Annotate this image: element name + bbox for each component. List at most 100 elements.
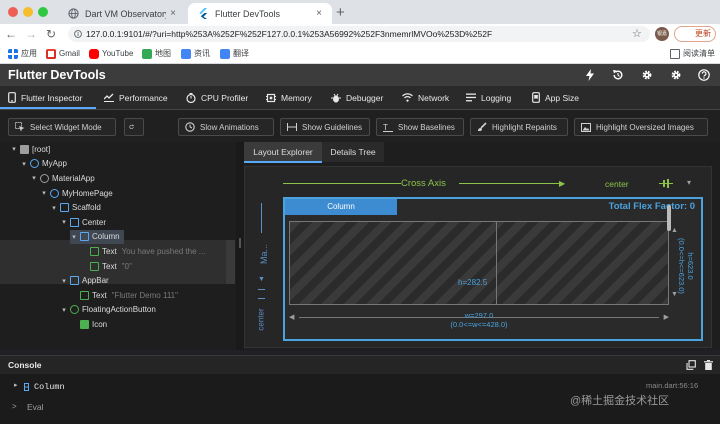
browser-tab-strip: Dart VM Observatory × Flutter DevTools ×…: [0, 0, 720, 24]
appbar-icon: [70, 276, 79, 286]
avatar[interactable]: 银嘉: [655, 27, 669, 41]
bookmark-label: 地图: [155, 49, 171, 58]
tree-node[interactable]: ▾ Scaffold: [50, 200, 101, 215]
tree-node[interactable]: Text "Flutter Demo 111": [70, 288, 178, 303]
tree-node[interactable]: ▾ Column: [70, 229, 124, 245]
expand-caret-icon[interactable]: ▾: [40, 189, 48, 197]
column-widget-label: Column: [285, 199, 397, 215]
text-icon: [80, 290, 89, 300]
tree-node[interactable]: Icon: [70, 317, 107, 332]
network-icon: [402, 93, 413, 102]
tree-node[interactable]: ▾ FloatingActionButton: [60, 303, 156, 318]
expand-caret-icon[interactable]: ▾: [50, 204, 58, 212]
tab-flutter-inspector[interactable]: Flutter Inspector: [8, 86, 82, 109]
tab-network[interactable]: Network: [402, 86, 449, 109]
expand-caret-icon[interactable]: ▾: [60, 277, 68, 285]
eval-input[interactable]: Eval: [27, 402, 44, 412]
back-button[interactable]: ←: [4, 27, 18, 41]
close-tab-icon[interactable]: ×: [166, 8, 180, 19]
cross-axis-arrow-icon: ▶: [559, 179, 566, 188]
show-guidelines-button[interactable]: Show Guidelines: [280, 118, 370, 136]
tree-node[interactable]: ▾ MyApp: [20, 157, 67, 172]
bookmark-star-icon[interactable]: ☆: [632, 27, 642, 40]
bookmark-maps[interactable]: 地图: [142, 44, 171, 63]
tree-node[interactable]: ▾ MyHomePage: [40, 186, 113, 201]
tree-node[interactable]: ▾ [root]: [10, 142, 50, 157]
trash-icon[interactable]: [704, 360, 713, 370]
devtools-nav-tabs: Flutter Inspector Performance CPU Profil…: [0, 86, 720, 110]
bookmark-gmail[interactable]: Gmail: [46, 44, 80, 63]
child-widget-box[interactable]: h=282.5: [289, 221, 669, 305]
tab-performance[interactable]: Performance: [104, 86, 168, 109]
update-button[interactable]: 更新 ⋮: [674, 26, 716, 42]
panel-splitter[interactable]: [236, 142, 244, 350]
cross-axis-line: [283, 183, 401, 184]
expand-caret-icon[interactable]: ▾: [70, 233, 78, 241]
browser-tab-devtools[interactable]: Flutter DevTools ×: [188, 3, 332, 24]
refresh-tree-button[interactable]: [124, 118, 144, 136]
url-field[interactable]: 127.0.0.1:9101/#/?uri=http%253A%252F%252…: [68, 26, 650, 42]
forward-button[interactable]: →: [24, 27, 38, 41]
tab-details-tree[interactable]: Details Tree: [322, 142, 384, 162]
tree-node[interactable]: ▾ Center: [60, 215, 106, 230]
select-widget-mode-button[interactable]: Select Widget Mode: [8, 118, 116, 136]
tab-memory[interactable]: Memory: [266, 86, 312, 109]
tab-cpu-profiler[interactable]: CPU Profiler: [186, 86, 248, 109]
highlight-oversized-images-button[interactable]: Highlight Oversized Images: [574, 118, 708, 136]
tab-logging[interactable]: Logging: [466, 86, 511, 109]
highlight-repaints-button[interactable]: Highlight Repaints: [470, 118, 568, 136]
expand-caret-icon[interactable]: ▾: [60, 306, 68, 314]
bookmark-translate[interactable]: 翻译: [220, 44, 249, 63]
tree-node[interactable]: Text You have pushed the ...: [80, 244, 205, 259]
tab-label: Debugger: [346, 92, 384, 103]
tree-node[interactable]: ▾ MaterialApp: [30, 171, 95, 186]
reload-button[interactable]: ↻: [44, 27, 58, 41]
expand-caret-icon[interactable]: ▾: [10, 145, 18, 153]
width-value: w=297.0: [464, 311, 494, 320]
tab-label: Flutter Inspector: [21, 92, 83, 103]
tree-node[interactable]: Text "0": [80, 259, 132, 274]
tab-app-size[interactable]: App Size: [532, 86, 579, 109]
console-entry[interactable]: Column: [34, 382, 65, 392]
hot-reload-icon[interactable]: [584, 69, 596, 81]
tree-node[interactable]: ▾ AppBar: [60, 273, 109, 288]
help-icon[interactable]: [698, 69, 710, 81]
slow-animations-button[interactable]: Slow Animations: [178, 118, 274, 136]
column-layout-box[interactable]: Column Total Flex Factor: 0 h=282.5 ▲ h=…: [283, 197, 703, 341]
main-axis-label-box: Ma...: [256, 235, 270, 275]
expand-caret-icon[interactable]: ▾: [60, 218, 68, 226]
settings-gear-icon[interactable]: [641, 69, 653, 81]
expand-caret-icon[interactable]: ▾: [30, 174, 38, 182]
hot-restart-icon[interactable]: [612, 69, 624, 81]
guidelines-icon: [287, 123, 297, 131]
copy-icon[interactable]: [686, 360, 696, 370]
reading-list[interactable]: 阅读清单: [670, 44, 715, 63]
folder-icon: [20, 144, 29, 154]
browser-tab-observatory[interactable]: Dart VM Observatory ×: [58, 3, 186, 24]
tab-layout-explorer[interactable]: Layout Explorer: [244, 142, 322, 162]
new-tab-button[interactable]: +: [336, 4, 345, 21]
bookmark-news[interactable]: 资讯: [181, 44, 210, 63]
select-widget-icon: [15, 122, 25, 132]
tree-node-description: "Flutter Demo 111": [111, 290, 178, 300]
settings-gear-icon[interactable]: [670, 69, 682, 81]
minimize-window-button[interactable]: [23, 7, 33, 17]
tab-debugger[interactable]: Debugger: [331, 86, 383, 109]
maximize-window-button[interactable]: [38, 7, 48, 17]
expand-caret-icon[interactable]: ▾: [20, 160, 28, 168]
tree-scrollbar[interactable]: [226, 240, 235, 284]
expand-caret-icon[interactable]: ▸: [14, 381, 18, 389]
console-entry-source[interactable]: main.dart:56:16: [646, 381, 698, 390]
flutter-icon: [199, 8, 208, 19]
bookmark-label: 资讯: [194, 49, 210, 58]
active-tab-indicator: [244, 161, 322, 163]
tree-node-label: MaterialApp: [52, 173, 95, 183]
close-tab-icon[interactable]: ×: [312, 8, 326, 19]
bookmark-apps[interactable]: 应用: [8, 44, 37, 63]
show-baselines-button[interactable]: T Show Baselines: [376, 118, 464, 136]
right-arrow-icon: ▶: [663, 314, 669, 321]
bookmark-youtube[interactable]: YouTube: [89, 44, 133, 63]
close-window-button[interactable]: [8, 7, 18, 17]
repaint-brush-icon: [478, 122, 487, 131]
cross-alignment-dropdown-icon[interactable]: ▾: [687, 178, 691, 187]
